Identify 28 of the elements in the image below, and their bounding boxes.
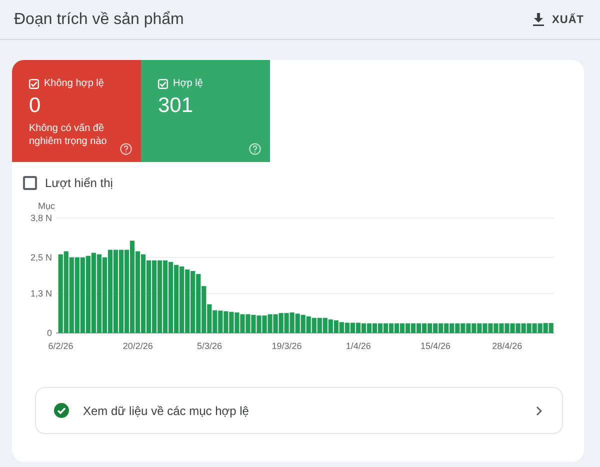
x-tick-label: 6/2/26: [48, 341, 74, 351]
x-tick-label: 5/3/26: [197, 341, 222, 351]
tile-label: Hợp lệ: [173, 78, 203, 89]
details-link[interactable]: Xem dữ liệu về các mục hợp lệ: [35, 387, 563, 434]
x-tick-label: 20/2/26: [122, 341, 153, 351]
y-tick-label: 1,3 N: [30, 288, 52, 299]
y-tick-label: 3,8 N: [30, 213, 52, 223]
page-title: Đoạn trích về sản phẩm: [14, 10, 184, 28]
export-button[interactable]: XUẤT: [529, 9, 588, 30]
tile-note: Không có vấn đề nghiêm trọng nào: [29, 122, 108, 148]
check-circle-icon: [54, 403, 69, 418]
chevron-right-icon: [536, 406, 542, 416]
status-tile[interactable]: Không hợp lệ 0 Không có vấn đề nghiêm trọng nào: [12, 60, 141, 162]
help-icon[interactable]: [249, 143, 261, 155]
axis-title: Mục: [38, 201, 56, 211]
tile-label: Không hợp lệ: [44, 78, 104, 89]
x-tick-label: 1/4/26: [346, 341, 371, 351]
download-icon: [533, 13, 544, 26]
x-tick-label: 19/3/26: [272, 341, 302, 351]
tile-count: 301: [158, 94, 194, 118]
x-tick-label: 15/4/26: [420, 341, 451, 351]
x-tick-label: 28/4/26: [492, 341, 522, 351]
help-icon[interactable]: [120, 143, 132, 155]
y-tick-label: 2,5 N: [30, 252, 52, 262]
tile-count: 0: [29, 94, 42, 118]
y-tick-label: 0: [46, 328, 52, 338]
checkbox-label: Lượt hiển thị: [45, 176, 113, 190]
checkbox[interactable]: [23, 176, 37, 190]
